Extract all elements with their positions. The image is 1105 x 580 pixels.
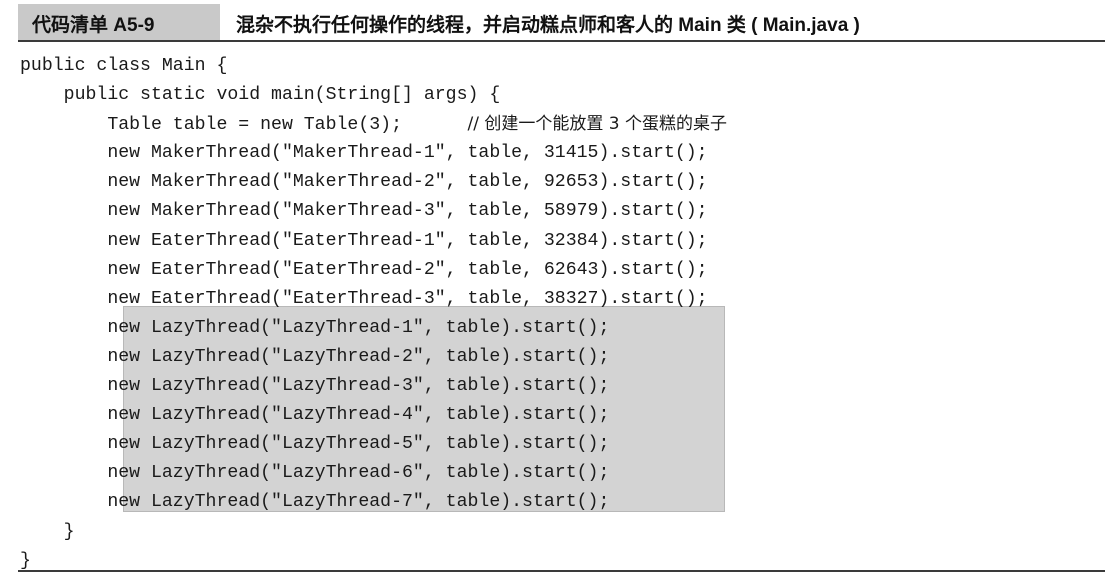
code-text: new LazyThread("LazyThread-1", table).st…: [20, 317, 610, 338]
code-text: new MakerThread("MakerThread-1", table, …: [20, 143, 708, 164]
code-block: public class Main { public static void m…: [20, 52, 1080, 576]
code-text: new LazyThread("LazyThread-4", table).st…: [20, 405, 610, 426]
code-text: new LazyThread("LazyThread-6", table).st…: [20, 463, 610, 484]
code-text: new LazyThread("LazyThread-7", table).st…: [20, 492, 610, 513]
code-text: new EaterThread("EaterThread-1", table, …: [20, 230, 708, 251]
code-line: new EaterThread("EaterThread-1", table, …: [20, 227, 1080, 256]
code-line: new MakerThread("MakerThread-2", table, …: [20, 168, 1080, 197]
code-text: new EaterThread("EaterThread-2", table, …: [20, 259, 708, 280]
code-line: new LazyThread("LazyThread-2", table).st…: [20, 343, 1080, 372]
code-text: new MakerThread("MakerThread-3", table, …: [20, 201, 708, 222]
code-text: public static void main(String[] args) {: [20, 85, 501, 106]
code-line: public class Main {: [20, 52, 1080, 81]
code-comment: // 创建一个能放置 3 个蛋糕的桌子: [467, 114, 727, 135]
code-text: Table table = new Table(3);: [20, 115, 468, 136]
bottom-rule: [18, 570, 1105, 572]
code-text: new LazyThread("LazyThread-5", table).st…: [20, 434, 610, 455]
code-line: new MakerThread("MakerThread-1", table, …: [20, 139, 1080, 168]
code-line: new LazyThread("LazyThread-1", table).st…: [20, 314, 1080, 343]
code-line: }: [20, 518, 1080, 547]
listing-caption: 混杂不执行任何操作的线程，并启动糕点师和客人的 Main 类 ( Main.ja…: [236, 15, 860, 36]
code-line: new LazyThread("LazyThread-3", table).st…: [20, 372, 1080, 401]
code-text: new EaterThread("EaterThread-3", table, …: [20, 288, 708, 309]
code-line: new LazyThread("LazyThread-4", table).st…: [20, 401, 1080, 430]
code-line: new LazyThread("LazyThread-7", table).st…: [20, 488, 1080, 517]
code-line: new LazyThread("LazyThread-6", table).st…: [20, 459, 1080, 488]
code-text: new LazyThread("LazyThread-2", table).st…: [20, 346, 610, 367]
code-line: new LazyThread("LazyThread-5", table).st…: [20, 430, 1080, 459]
listing-label: 代码清单 A5-9: [32, 15, 155, 36]
code-line: new EaterThread("EaterThread-3", table, …: [20, 285, 1080, 314]
code-line: Table table = new Table(3); // 创建一个能放置 3…: [20, 110, 1080, 139]
code-line: new EaterThread("EaterThread-2", table, …: [20, 256, 1080, 285]
code-line: public static void main(String[] args) {: [20, 81, 1080, 110]
code-text: }: [20, 521, 75, 542]
code-text: }: [20, 550, 31, 571]
code-text: new LazyThread("LazyThread-3", table).st…: [20, 376, 610, 397]
listing-label-box: 代码清单 A5-9: [18, 4, 220, 40]
listing-header: 代码清单 A5-9 混杂不执行任何操作的线程，并启动糕点师和客人的 Main 类…: [18, 4, 1105, 42]
code-line: new MakerThread("MakerThread-3", table, …: [20, 197, 1080, 226]
code-listing: 代码清单 A5-9 混杂不执行任何操作的线程，并启动糕点师和客人的 Main 类…: [0, 0, 1105, 580]
code-text: new MakerThread("MakerThread-2", table, …: [20, 172, 708, 193]
code-text: public class Main {: [20, 56, 228, 76]
